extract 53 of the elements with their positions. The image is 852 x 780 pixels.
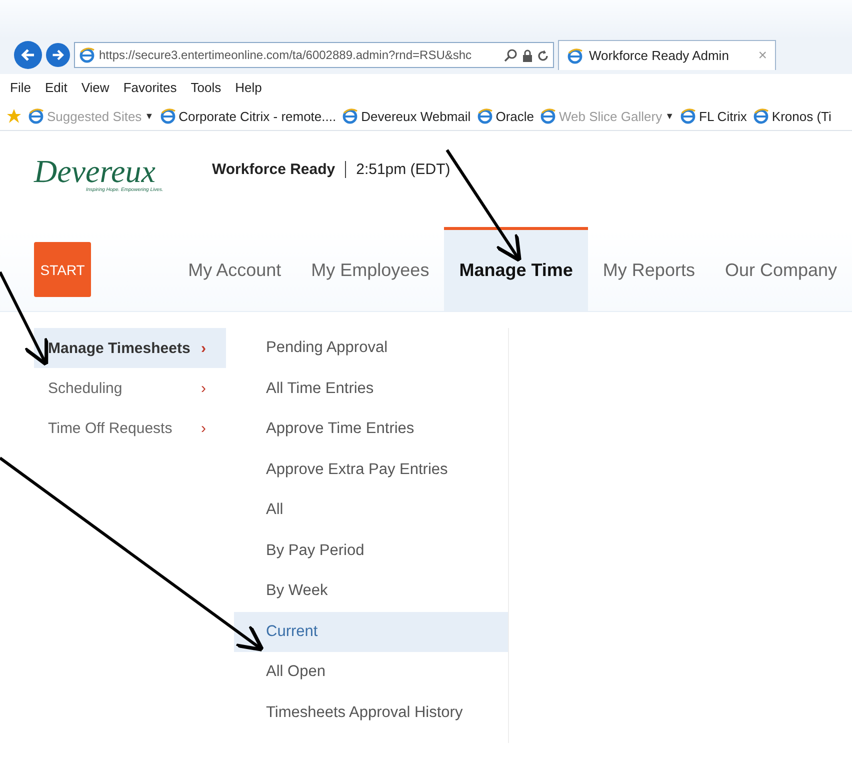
page-icon: [342, 108, 358, 124]
logo: Devereux: [34, 155, 156, 187]
submenu-item[interactable]: All Time Entries: [234, 368, 508, 409]
menu-item[interactable]: Tools: [190, 80, 222, 102]
favorite-link[interactable]: FL Citrix: [699, 108, 747, 124]
submenu-item[interactable]: By Week: [234, 571, 508, 612]
menu-item[interactable]: Favorites: [123, 80, 177, 102]
submenu-item[interactable]: Timesheets Approval History: [234, 692, 508, 733]
nav-tab[interactable]: My Reports: [588, 227, 710, 311]
current-time: 2:51pm (EDT): [345, 161, 450, 178]
lock-icon: [522, 48, 533, 62]
submenu-item[interactable]: All Open: [234, 652, 508, 692]
page-icon: [680, 108, 696, 124]
menu-item[interactable]: View: [81, 80, 110, 102]
favorite-link[interactable]: Devereux Webmail: [361, 108, 471, 124]
favorite-link[interactable]: Oracle: [496, 108, 534, 124]
favorite-link[interactable]: Kronos (Ti: [772, 108, 832, 124]
browser-icon: [79, 47, 95, 63]
product-name: Workforce Ready: [212, 161, 336, 178]
submenu-item[interactable]: Approve Time Entries: [234, 409, 508, 450]
page-icon: [540, 108, 556, 124]
page-icon: [476, 108, 493, 124]
submenu-item[interactable]: Pending Approval: [234, 328, 508, 368]
nav-tab[interactable]: Manage Time: [444, 227, 588, 311]
address-bar[interactable]: https://secure3.entertimeonline.com/ta/6002889.admin?rnd=RSU&shc: [74, 42, 554, 68]
favorite-link[interactable]: Corporate Citrix - remote....: [178, 108, 336, 124]
menu-item[interactable]: Help: [235, 80, 262, 102]
menu-item[interactable]: Edit: [44, 80, 68, 102]
dropdown-caret[interactable]: ▼: [144, 111, 154, 121]
back-button[interactable]: [14, 41, 42, 69]
search-icon[interactable]: [504, 48, 518, 62]
submenu-item[interactable]: All: [234, 490, 508, 530]
nav-tab[interactable]: Our Company: [710, 227, 852, 311]
forward-button[interactable]: [46, 43, 70, 67]
refresh-icon[interactable]: [537, 48, 549, 62]
menu-item[interactable]: Manage Timesheets ›: [34, 328, 226, 368]
left-arrow-icon: [20, 47, 36, 63]
page-icon: [752, 108, 769, 124]
nav-tab[interactable]: My Account: [173, 227, 296, 311]
submenu-item[interactable]: Approve Extra Pay Entries: [234, 450, 508, 490]
submenu-item[interactable]: By Pay Period: [234, 530, 508, 571]
nav-tab[interactable]: My Employees: [296, 227, 444, 311]
page-icon: [160, 108, 176, 124]
browser-icon: [567, 48, 583, 64]
submenu-item[interactable]: Current: [234, 612, 508, 652]
page-icon: [28, 108, 44, 124]
star-icon[interactable]: [6, 108, 22, 124]
menu-item[interactable]: Scheduling ›: [34, 368, 226, 408]
right-arrow-icon: [51, 48, 65, 62]
menu-item[interactable]: File: [10, 80, 31, 102]
browser-tab[interactable]: Workforce Ready Admin ×: [558, 40, 776, 70]
dropdown-caret[interactable]: ▼: [665, 111, 674, 121]
menu-item[interactable]: Time Off Requests ›: [34, 408, 226, 448]
